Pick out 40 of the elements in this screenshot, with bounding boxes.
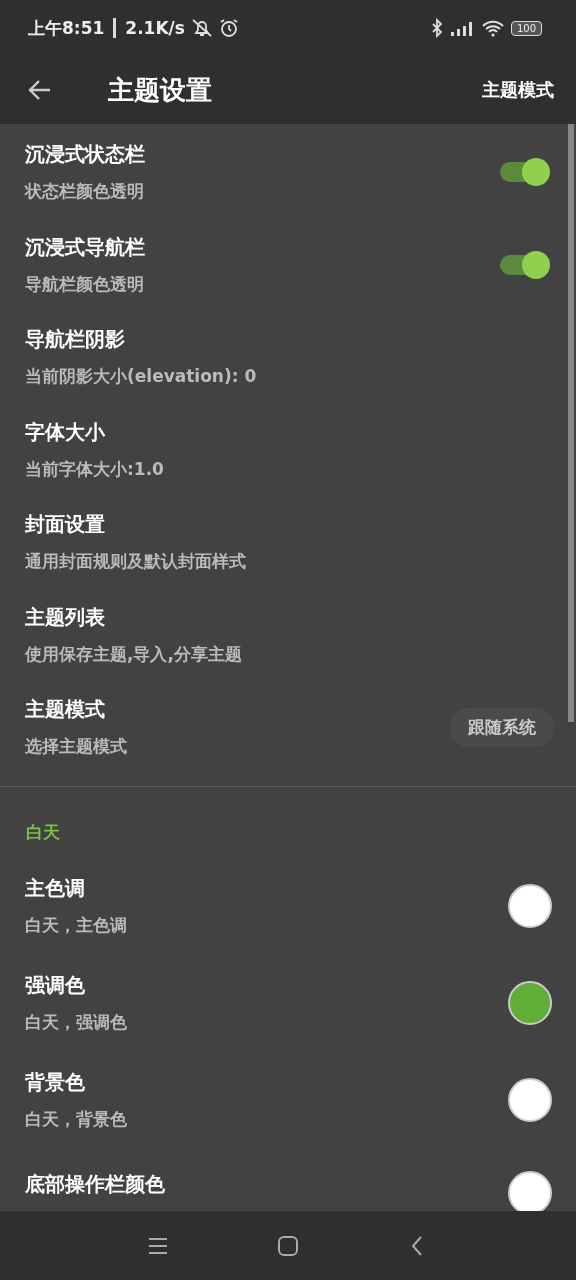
setting-title[interactable]: 封面设置 bbox=[25, 511, 105, 539]
setting-description: 白天，主色调 bbox=[25, 914, 127, 937]
color-swatch[interactable] bbox=[508, 981, 552, 1025]
theme-mode-button[interactable]: 主题模式 bbox=[478, 74, 558, 106]
status-time: 上午8:51 bbox=[28, 16, 105, 40]
setting-title[interactable]: 背景色 bbox=[25, 1069, 85, 1096]
setting-description: 当前字体大小:1.0 bbox=[25, 457, 164, 481]
setting-title[interactable]: 主色调 bbox=[25, 875, 85, 902]
setting-title[interactable]: 底部操作栏颜色 bbox=[25, 1170, 165, 1198]
setting-title[interactable]: 主题模式 bbox=[25, 696, 105, 724]
color-swatch[interactable] bbox=[508, 884, 552, 928]
home-icon[interactable] bbox=[276, 1233, 300, 1258]
setting-description: 使用保存主题,导入,分享主题 bbox=[25, 642, 242, 666]
wifi-icon bbox=[480, 18, 505, 38]
setting-description: 选择主题模式 bbox=[25, 735, 127, 759]
setting-description: 状态栏颜色透明 bbox=[25, 180, 144, 204]
setting-title[interactable]: 强调色 bbox=[25, 972, 85, 999]
color-swatch[interactable] bbox=[508, 1170, 552, 1211]
bluetooth-icon bbox=[430, 18, 443, 38]
alarm-icon bbox=[218, 18, 239, 38]
setting-description: 白天，背景色 bbox=[25, 1108, 127, 1131]
setting-description: 通用封面规则及默认封面样式 bbox=[25, 550, 246, 574]
setting-title[interactable]: 字体大小 bbox=[25, 418, 105, 446]
setting-title[interactable]: 导航栏阴影 bbox=[25, 326, 125, 354]
setting-description: 导航栏颜色透明 bbox=[25, 272, 144, 296]
color-swatch[interactable] bbox=[508, 1078, 552, 1122]
setting-description: 当前阴影大小(elevation): 0 bbox=[25, 365, 257, 389]
setting-description: 白天，强调色 bbox=[25, 1011, 127, 1034]
page-title: 主题设置 bbox=[108, 73, 212, 107]
setting-title[interactable]: 沉浸式状态栏 bbox=[25, 141, 145, 169]
theme-mode-chip[interactable]: 跟随系统 bbox=[450, 707, 554, 747]
network-speed: 2.1K/s bbox=[125, 18, 185, 38]
separator-icon bbox=[113, 18, 117, 38]
setting-title[interactable]: 主题列表 bbox=[25, 603, 105, 631]
setting-title[interactable]: 沉浸式导航栏 bbox=[25, 233, 145, 261]
toggle-switch[interactable] bbox=[500, 158, 550, 187]
battery-level: 100 bbox=[510, 20, 542, 36]
section-header: 白天 bbox=[25, 820, 61, 844]
muted-bell-icon bbox=[190, 18, 213, 38]
toggle-switch[interactable] bbox=[500, 250, 550, 279]
